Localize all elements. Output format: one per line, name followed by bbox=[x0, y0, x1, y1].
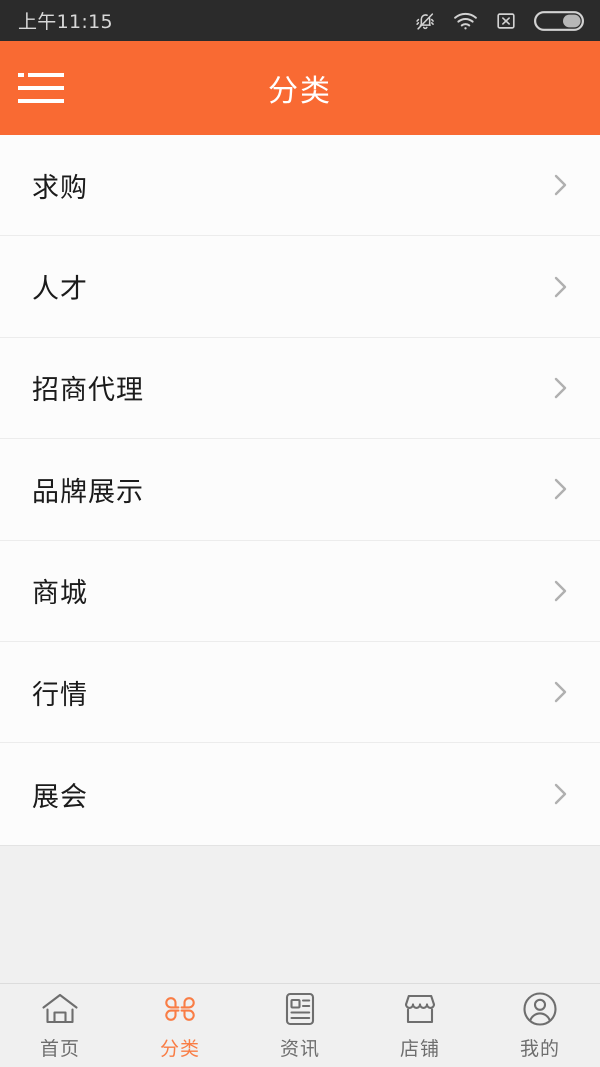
tab-label: 资讯 bbox=[279, 1038, 320, 1060]
chevron-right-icon bbox=[550, 674, 572, 710]
chevron-right-icon bbox=[550, 167, 572, 203]
app-header: 分类 bbox=[0, 41, 600, 135]
page-title: 分类 bbox=[268, 74, 332, 109]
menu-bullet-dot bbox=[18, 73, 24, 77]
chevron-right-icon bbox=[550, 269, 572, 305]
list-item-label: 人才 bbox=[32, 274, 88, 306]
category-list: 求购 人才 招商代理 品牌展示 商城 行情 展会 bbox=[0, 135, 600, 846]
tab-home[interactable]: 首页 bbox=[0, 984, 120, 1067]
status-bar-time: 上午11:15 bbox=[18, 11, 113, 33]
hamburger-menu-icon[interactable] bbox=[14, 65, 70, 111]
menu-line-middle bbox=[18, 86, 64, 90]
bell-muted-icon bbox=[414, 10, 436, 32]
tab-label: 分类 bbox=[159, 1038, 200, 1060]
tab-profile[interactable]: 我的 bbox=[480, 984, 600, 1067]
wifi-icon bbox=[453, 11, 478, 31]
signal-off-icon bbox=[495, 10, 517, 32]
chevron-right-icon bbox=[550, 573, 572, 609]
menu-line-segment bbox=[28, 73, 64, 77]
battery-icon bbox=[534, 9, 584, 33]
chevron-right-icon bbox=[550, 471, 572, 507]
status-bar: 上午11:15 bbox=[0, 0, 600, 41]
list-item[interactable]: 行情 bbox=[0, 641, 600, 744]
status-bar-icons bbox=[414, 9, 584, 33]
list-item-label: 行情 bbox=[32, 679, 88, 711]
list-item[interactable]: 展会 bbox=[0, 743, 600, 845]
list-item[interactable]: 商城 bbox=[0, 540, 600, 642]
bottom-navigation: 首页 分类 资讯 店铺 我的 bbox=[0, 983, 600, 1067]
menu-line-top bbox=[18, 73, 66, 77]
tab-shop[interactable]: 店铺 bbox=[360, 984, 480, 1067]
home-icon bbox=[41, 990, 79, 1028]
list-item-label: 商城 bbox=[32, 578, 88, 610]
tab-label: 店铺 bbox=[399, 1038, 440, 1060]
tab-label: 首页 bbox=[39, 1038, 80, 1060]
tab-category[interactable]: 分类 bbox=[120, 984, 240, 1067]
profile-icon bbox=[522, 990, 558, 1028]
empty-area bbox=[0, 845, 600, 983]
list-item-label: 招商代理 bbox=[32, 375, 144, 407]
chevron-right-icon bbox=[550, 370, 572, 406]
app-root: 上午11:15 分类 求购 人才 招商代理 品牌展示 商城 行情 展会 首页 分… bbox=[0, 0, 600, 1067]
list-item-label: 品牌展示 bbox=[32, 476, 144, 508]
list-item[interactable]: 求购 bbox=[0, 135, 600, 237]
list-item[interactable]: 招商代理 bbox=[0, 337, 600, 440]
chevron-right-icon bbox=[550, 776, 572, 812]
menu-line-bottom bbox=[18, 99, 64, 103]
list-item[interactable]: 人才 bbox=[0, 236, 600, 338]
list-item-label: 求购 bbox=[32, 172, 88, 204]
news-icon bbox=[284, 990, 316, 1028]
tab-label: 我的 bbox=[519, 1038, 560, 1060]
list-item[interactable]: 品牌展示 bbox=[0, 439, 600, 541]
shop-icon bbox=[402, 990, 438, 1028]
category-icon bbox=[162, 990, 198, 1028]
tab-news[interactable]: 资讯 bbox=[240, 984, 360, 1067]
list-item-label: 展会 bbox=[32, 781, 88, 813]
